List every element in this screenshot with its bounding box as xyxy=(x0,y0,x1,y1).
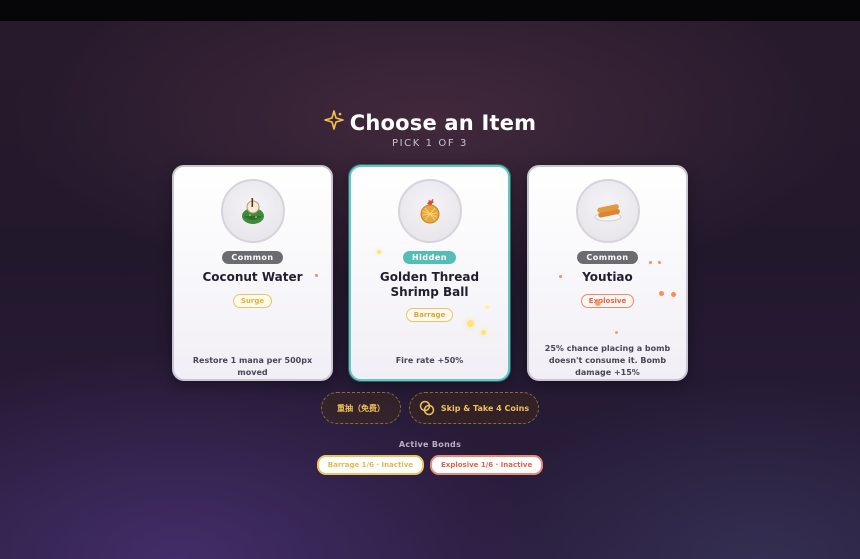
bond-tag: Surge xyxy=(174,294,331,308)
skip-label: Skip & Take 4 Coins xyxy=(440,403,530,413)
bond-tag: Barrage xyxy=(351,308,508,322)
ember-particle xyxy=(659,291,664,296)
bond-status-explosive: Explosive 1/6 · Inactive xyxy=(430,455,544,475)
youtiao-icon xyxy=(576,179,640,243)
coconut-icon xyxy=(221,179,285,243)
rarity-badge: Common xyxy=(174,251,331,264)
page-title-text: Choose an Item xyxy=(349,110,537,135)
item-description: Fire rate +50% xyxy=(395,356,464,365)
header: Choose an Item PICK 1 OF 3 xyxy=(0,110,860,149)
item-card-youtiao[interactable]: Common Youtiao Explosive 25% chance plac… xyxy=(527,165,688,381)
page-title: Choose an Item xyxy=(323,110,537,135)
ember-particle xyxy=(649,261,652,264)
sparkle-particle xyxy=(485,305,489,309)
reroll-label: 重抽（免费） xyxy=(337,403,385,413)
sparkle-particle xyxy=(481,330,486,335)
skip-take-coins-button[interactable]: Skip & Take 4 Coins xyxy=(409,392,539,424)
sparkle-icon xyxy=(323,110,344,135)
active-bonds-title: Active Bonds xyxy=(398,440,462,449)
sparkle-particle xyxy=(377,250,381,254)
ember-particle xyxy=(671,292,676,297)
item-description: Restore 1 mana per 500px moved xyxy=(192,356,313,377)
item-card-coconut-water[interactable]: Common Coconut Water Surge Restore 1 man… xyxy=(172,165,333,381)
sparkle-particle xyxy=(467,320,474,327)
item-name: Golden Thread Shrimp Ball xyxy=(379,270,480,299)
ember-particle xyxy=(658,261,661,264)
ember-particle xyxy=(615,331,618,334)
bond-tag: Explosive xyxy=(529,294,686,308)
item-name: Youtiao xyxy=(582,270,633,284)
coin-icon xyxy=(419,400,435,416)
shrimp-ball-icon xyxy=(398,179,462,243)
page-subtitle: PICK 1 OF 3 xyxy=(391,138,468,149)
item-description: 25% chance placing a bomb doesn't consum… xyxy=(544,344,671,377)
item-cards: Common Coconut Water Surge Restore 1 man… xyxy=(172,165,688,381)
rarity-badge: Hidden xyxy=(351,251,508,264)
ember-particle xyxy=(315,274,318,277)
rarity-badge: Common xyxy=(529,251,686,264)
window-top-bar xyxy=(0,0,860,21)
item-card-golden-thread-shrimp-ball[interactable]: Hidden Golden Thread Shrimp Ball Barrage… xyxy=(349,165,510,381)
ember-particle xyxy=(559,275,562,278)
bond-status-barrage: Barrage 1/6 · Inactive xyxy=(316,455,425,475)
ember-particle xyxy=(595,300,601,306)
item-name: Coconut Water xyxy=(202,270,303,284)
active-bonds-list: Barrage 1/6 · Inactive Explosive 1/6 · I… xyxy=(0,455,860,475)
reroll-button[interactable]: 重抽（免费） xyxy=(321,392,401,424)
